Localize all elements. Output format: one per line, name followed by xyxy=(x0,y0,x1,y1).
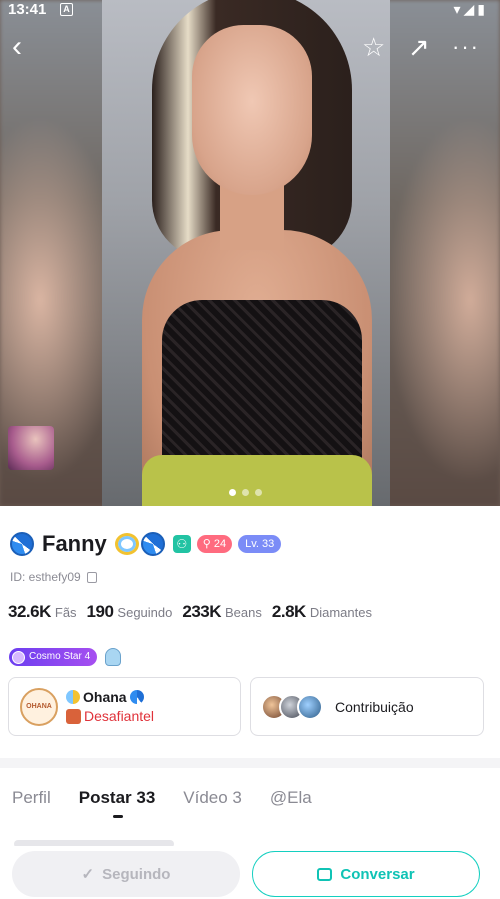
ghost-badge-icon[interactable] xyxy=(105,648,122,666)
cosmo-icon xyxy=(12,650,25,664)
level-badge: ⚲ 24 xyxy=(196,535,233,553)
tab-profile[interactable]: Perfil xyxy=(12,788,51,808)
swirl-mini-icon xyxy=(129,690,144,704)
cosmo-star-badge[interactable]: Cosmo Star 4 xyxy=(9,648,98,666)
carousel-dot xyxy=(229,489,236,496)
family-logo: OHANA xyxy=(20,687,58,726)
chat-label: Conversar xyxy=(340,865,415,883)
tab-active-indicator xyxy=(112,815,123,818)
contribution-card[interactable]: Contribuição xyxy=(250,677,484,736)
tab-mentions[interactable]: @Ela xyxy=(270,788,312,808)
status-bar: 13:41 A ▾◢▮ xyxy=(0,0,500,22)
verified-icon: ⚇ xyxy=(172,535,191,553)
stat-following-label[interactable]: Seguindo xyxy=(117,605,172,620)
stat-following-value[interactable]: 190 xyxy=(87,602,114,622)
star-plus-icon[interactable]: ☆ xyxy=(362,34,385,60)
cosmo-star-label: Cosmo Star 4 xyxy=(29,651,91,662)
family-name: Ohana xyxy=(83,689,127,705)
family-rank: Desafiantel xyxy=(84,708,155,724)
search-icon: ⚲ xyxy=(202,538,211,550)
share-icon[interactable]: ↗ xyxy=(408,34,430,60)
carousel-dot xyxy=(242,489,249,496)
user-id-row[interactable]: ID: esthefy09 xyxy=(10,570,97,584)
lv-badge: Lv. 33 xyxy=(238,535,282,553)
more-horizontal-icon[interactable]: ··· xyxy=(452,34,480,60)
level-badge-value: 24 xyxy=(213,538,227,550)
photo-bodice xyxy=(162,300,362,480)
tab-posts[interactable]: Postar 33 xyxy=(78,788,156,818)
carousel-dot xyxy=(255,489,262,496)
following-label: Seguindo xyxy=(102,865,171,883)
section-divider xyxy=(0,758,500,768)
check-icon: ✓ xyxy=(81,866,95,883)
crest-icon xyxy=(66,708,81,724)
stat-diamonds-value: 2.8K xyxy=(271,602,306,621)
stats-row: 32.6K Fãs 190 Seguindo 233K Beans 2.8K D… xyxy=(8,602,382,622)
stat-beans-value: 233K xyxy=(182,602,222,621)
swirl-badge-icon xyxy=(140,532,165,556)
chat-icon xyxy=(317,867,333,881)
contributor-avatars xyxy=(261,693,323,720)
contribution-label: Contribuição xyxy=(335,698,414,715)
ring-badge-icon xyxy=(114,533,139,555)
swirl-badge-icon xyxy=(10,532,34,556)
chat-button[interactable]: Conversar xyxy=(252,851,480,897)
system-status-icons: ▾◢▮ xyxy=(453,1,488,17)
copy-icon[interactable] xyxy=(86,571,97,583)
photo-face xyxy=(192,25,312,195)
avatar xyxy=(297,693,323,720)
carousel-indicator xyxy=(229,489,262,496)
stat-fans-value[interactable]: 32.6K xyxy=(8,602,51,622)
family-card[interactable]: OHANA Ohana Desafiantel xyxy=(8,677,241,736)
family-info: Ohana Desafiantel xyxy=(66,689,154,724)
family-rank-row: Desafiantel xyxy=(66,708,154,724)
photo-skirt xyxy=(142,455,372,506)
photo-thumbnail[interactable] xyxy=(8,426,54,470)
notification-a-icon: A xyxy=(60,3,73,16)
following-button[interactable]: ✓ Seguindo xyxy=(12,851,240,897)
profile-photo xyxy=(102,0,390,506)
back-icon[interactable]: ‹ xyxy=(12,32,22,62)
bottom-action-bar: ✓ Seguindo Conversar xyxy=(0,846,500,899)
status-time: 13:41 xyxy=(8,1,47,18)
stat-beans-label: Beans xyxy=(225,605,262,620)
stat-fans-label[interactable]: Fãs xyxy=(55,605,77,620)
profile-name-row: Fanny ⚇ ⚲ 24 Lv. 33 xyxy=(10,530,282,558)
ring-mini-icon xyxy=(66,690,80,704)
badges-row: Cosmo Star 4 xyxy=(9,648,122,666)
tab-posts-label: Postar 33 xyxy=(78,788,156,807)
profile-tabs: Perfil Postar 33 Vídeo 3 @Ela xyxy=(12,788,312,818)
profile-name: Fanny xyxy=(42,531,107,556)
tab-videos[interactable]: Vídeo 3 xyxy=(183,788,242,808)
profile-photo-carousel[interactable]: 13:41 A ▾◢▮ ‹ ☆ ↗ ··· xyxy=(0,0,500,506)
stat-diamonds-label: Diamantes xyxy=(309,605,372,620)
user-id: ID: esthefy09 xyxy=(10,570,81,584)
family-name-row: Ohana xyxy=(66,689,154,705)
